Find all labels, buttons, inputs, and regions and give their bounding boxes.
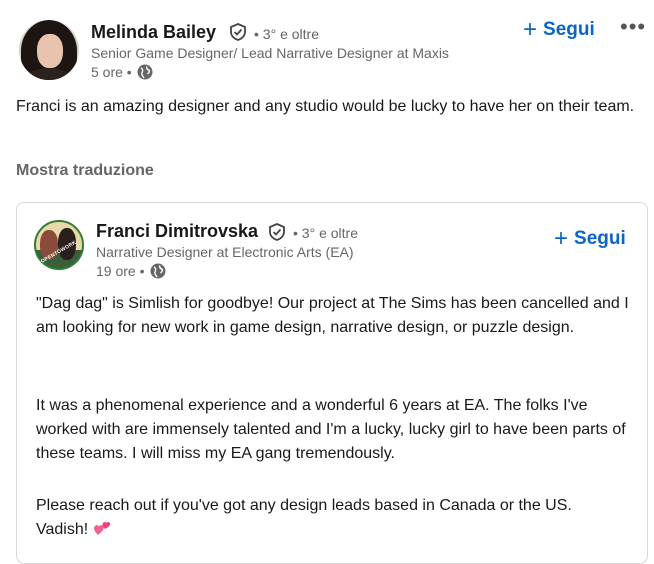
shared-paragraph-3: Please reach out if you've got any desig… xyxy=(36,497,572,514)
follow-button[interactable]: + Segui xyxy=(523,18,595,42)
shared-paragraph-1: "Dag dag" is Simlish for goodbye! Our pr… xyxy=(36,295,629,336)
shared-post-time-label: 19 ore • xyxy=(96,263,145,279)
globe-icon xyxy=(150,263,165,279)
verified-shield-icon xyxy=(230,23,246,41)
plus-icon: + xyxy=(523,16,538,43)
hearts-emoji-icon xyxy=(93,521,110,535)
shared-paragraph-2: It was a phenomenal experience and a won… xyxy=(36,397,626,462)
shared-author-headline: Narrative Designer at Electronic Arts (E… xyxy=(96,244,354,260)
shared-closing-line: Vadish! xyxy=(36,518,636,542)
feed-post: Melinda Bailey • 3° e oltre Senior Game … xyxy=(0,0,654,564)
globe-icon xyxy=(137,64,153,80)
shared-post-card[interactable]: #OPENTOWORK Franci Dimitrovska • 3° e ol… xyxy=(16,202,648,564)
verified-shield-icon xyxy=(269,223,285,241)
shared-follow-button[interactable]: + Segui xyxy=(554,227,626,251)
plus-icon: + xyxy=(554,225,569,252)
author-name[interactable]: Melinda Bailey xyxy=(91,22,216,43)
post-time-label: 5 ore • xyxy=(91,64,132,80)
shared-post-time: 19 ore • xyxy=(96,263,166,279)
shared-connection-degree: • 3° e oltre xyxy=(293,225,358,241)
shared-closing-text: Vadish! xyxy=(36,521,89,538)
author-headline: Senior Game Designer/ Lead Narrative Des… xyxy=(91,45,449,61)
author-avatar[interactable] xyxy=(19,20,79,80)
shared-author-name[interactable]: Franci Dimitrovska xyxy=(96,221,258,242)
shared-follow-button-label: Segui xyxy=(574,228,626,249)
show-translation-link[interactable]: Mostra traduzione xyxy=(16,162,154,180)
follow-button-label: Segui xyxy=(543,19,595,40)
more-horizontal-icon[interactable]: ••• xyxy=(620,14,646,40)
post-time: 5 ore • xyxy=(91,64,153,80)
connection-degree: • 3° e oltre xyxy=(254,26,319,42)
post-text: Franci is an amazing designer and any st… xyxy=(16,98,635,115)
shared-author-avatar[interactable]: #OPENTOWORK xyxy=(34,220,84,270)
